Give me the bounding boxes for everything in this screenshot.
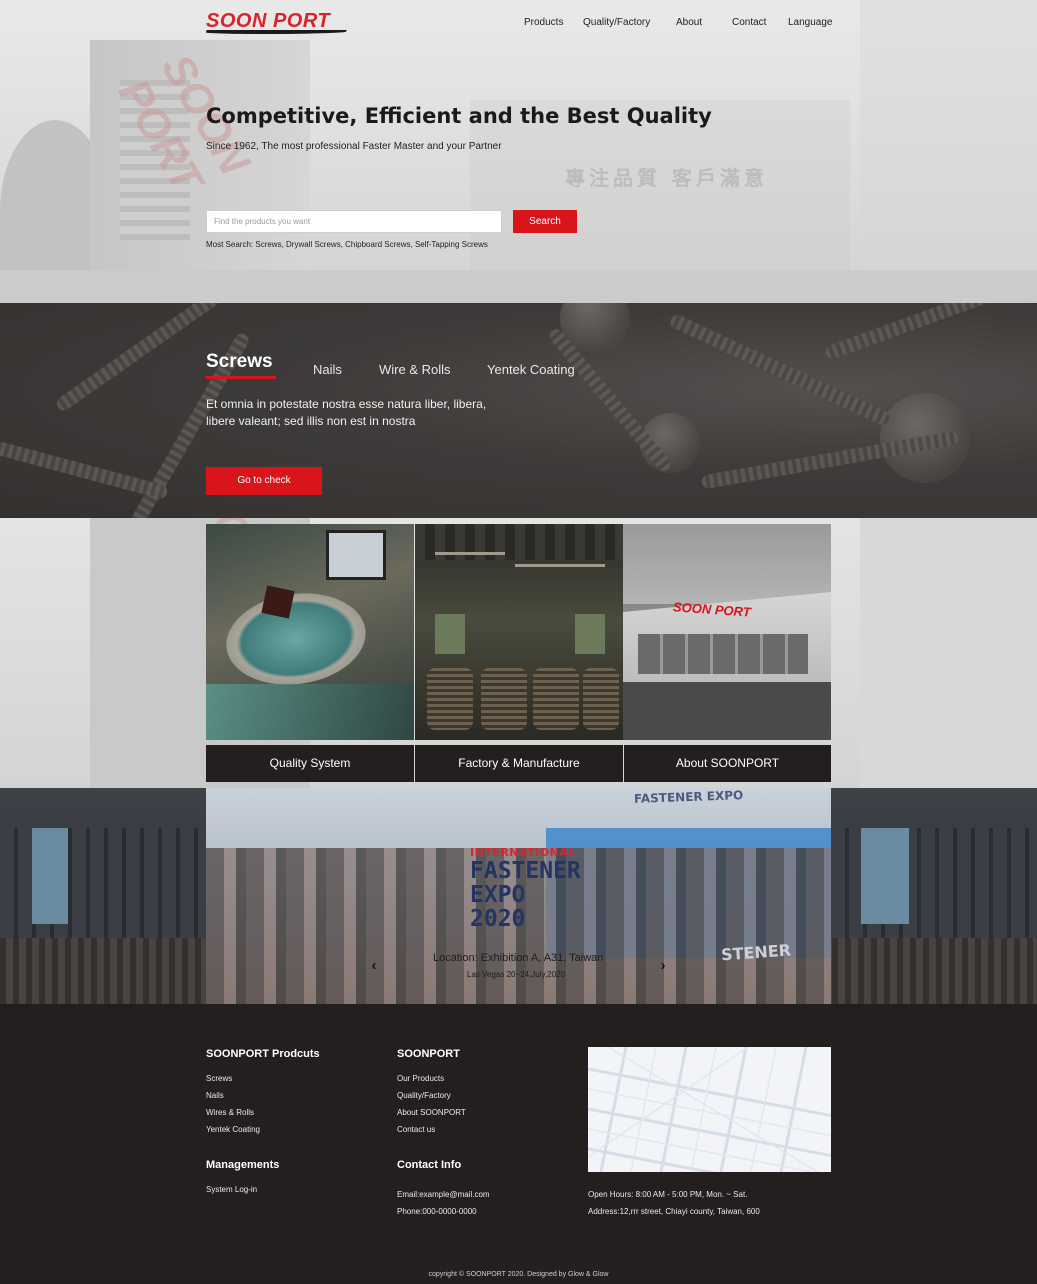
hero-bg-building-right <box>860 0 1037 303</box>
search-button[interactable]: Search <box>513 210 577 233</box>
footer-link-quality-factory[interactable]: Quality/Factory <box>397 1091 451 1100</box>
expo-bg-banner <box>32 828 68 924</box>
search-input[interactable]: Find the products you want <box>206 210 502 233</box>
expo-bg-banner <box>861 828 909 924</box>
active-tab-underline <box>206 376 276 379</box>
wire-coil <box>427 668 473 730</box>
expo-date: Las Vegas 20~24,July,2020 <box>467 970 565 979</box>
about-soonport-button[interactable]: About SOONPORT <box>624 745 831 782</box>
expo-logo-line3: EXPO 2020 <box>470 882 526 932</box>
footer-contact-heading: Contact Info <box>397 1159 462 1171</box>
copyright-text: copyright © SOONPORT 2020. Designed by G… <box>428 1271 609 1278</box>
footer-open-hours: Open Hours: 8:00 AM - 5:00 PM, Mon. ~ Sa… <box>588 1190 748 1199</box>
building-sky <box>623 524 831 604</box>
wire-coil <box>583 668 619 730</box>
tab-nails[interactable]: Nails <box>313 362 342 377</box>
factory-pipe <box>435 552 505 555</box>
footer-phone: Phone:000-0000-0000 <box>397 1207 477 1216</box>
hero-title: Competitive, Efficient and the Best Qual… <box>206 104 712 128</box>
go-to-check-button[interactable]: Go to check <box>206 467 322 495</box>
hero-bg-ground <box>0 270 1037 303</box>
nav-item-about[interactable]: About <box>676 17 702 28</box>
footer-link-contact-us[interactable]: Contact us <box>397 1125 435 1134</box>
lab-monitor <box>326 530 386 580</box>
factory-manufacture-image[interactable] <box>415 524 623 740</box>
lab-plate <box>220 584 372 694</box>
wire-coil <box>481 668 527 730</box>
footer <box>0 1004 1037 1284</box>
hero-subtitle: Since 1962, The most professional Faster… <box>206 141 502 152</box>
footer-link-about[interactable]: About SOONPORT <box>397 1108 466 1117</box>
location-map[interactable] <box>588 1047 831 1172</box>
factory-pipe <box>515 564 605 567</box>
footer-link-wires-rolls[interactable]: Wires & Rolls <box>206 1108 254 1117</box>
factory-machine <box>435 614 465 654</box>
footer-link-screws[interactable]: Screws <box>206 1074 232 1083</box>
footer-company-heading: SOONPORT <box>397 1048 460 1060</box>
expo-location: Location: Exhibition A, A31, Taiwan <box>433 952 604 964</box>
hero-section: SOON PORT 專注品質 客戶滿意 <box>0 0 1037 303</box>
wire-coil <box>533 668 579 730</box>
products-bg-shade <box>0 303 1037 518</box>
expo-logo: INTERNATIONAL FASTENER EXPO 2020 <box>470 846 581 932</box>
features-bg-building-right <box>860 518 1037 788</box>
map-streets-icon <box>588 1047 831 1172</box>
nav-item-contact[interactable]: Contact <box>732 17 766 28</box>
building-windows <box>638 634 808 674</box>
product-description: Et omnia in potestate nostra esse natura… <box>206 397 487 428</box>
footer-link-yentek-coating[interactable]: Yentek Coating <box>206 1125 260 1134</box>
expo-logo-line2: FASTENER <box>470 858 581 884</box>
logo-swoosh-icon <box>205 30 347 34</box>
tab-screws[interactable]: Screws <box>206 351 273 373</box>
quality-system-button[interactable]: Quality System <box>206 745 414 782</box>
nav-item-language[interactable]: Language <box>788 17 833 28</box>
factory-manufacture-button[interactable]: Factory & Manufacture <box>415 745 623 782</box>
footer-products-heading: SOONPORT Prodcuts <box>206 1048 320 1060</box>
footer-link-our-products[interactable]: Our Products <box>397 1074 444 1083</box>
nav-item-quality-factory[interactable]: Quality/Factory <box>583 17 650 28</box>
products-section <box>0 303 1037 518</box>
factory-machine <box>575 614 605 654</box>
lab-panel <box>206 684 414 740</box>
footer-address: Address:12,rrr street, Chiayi county, Ta… <box>588 1207 760 1216</box>
nav-item-products[interactable]: Products <box>524 17 563 28</box>
footer-link-system-login[interactable]: System Log-in <box>206 1185 257 1194</box>
chevron-right-icon[interactable]: › <box>655 957 671 975</box>
quality-system-image[interactable] <box>206 524 414 740</box>
about-soonport-image[interactable]: SOON PORT <box>623 524 831 740</box>
tab-wire-rolls[interactable]: Wire & Rolls <box>379 362 451 377</box>
lab-sample <box>261 585 295 619</box>
footer-managements-heading: Managements <box>206 1159 280 1171</box>
footer-link-nails[interactable]: Nails <box>206 1091 224 1100</box>
footer-email: Email:example@mail.com <box>397 1190 490 1199</box>
chevron-left-icon[interactable]: ‹ <box>366 957 382 975</box>
brand-logo[interactable]: SOON PORT <box>205 10 356 34</box>
most-search-text: Most Search: Screws, Drywall Screws, Chi… <box>206 240 488 249</box>
hero-bg-chinese-sign: 專注品質 客戶滿意 <box>565 166 768 190</box>
building-ground <box>623 682 831 740</box>
tab-yentek-coating[interactable]: Yentek Coating <box>487 362 575 377</box>
